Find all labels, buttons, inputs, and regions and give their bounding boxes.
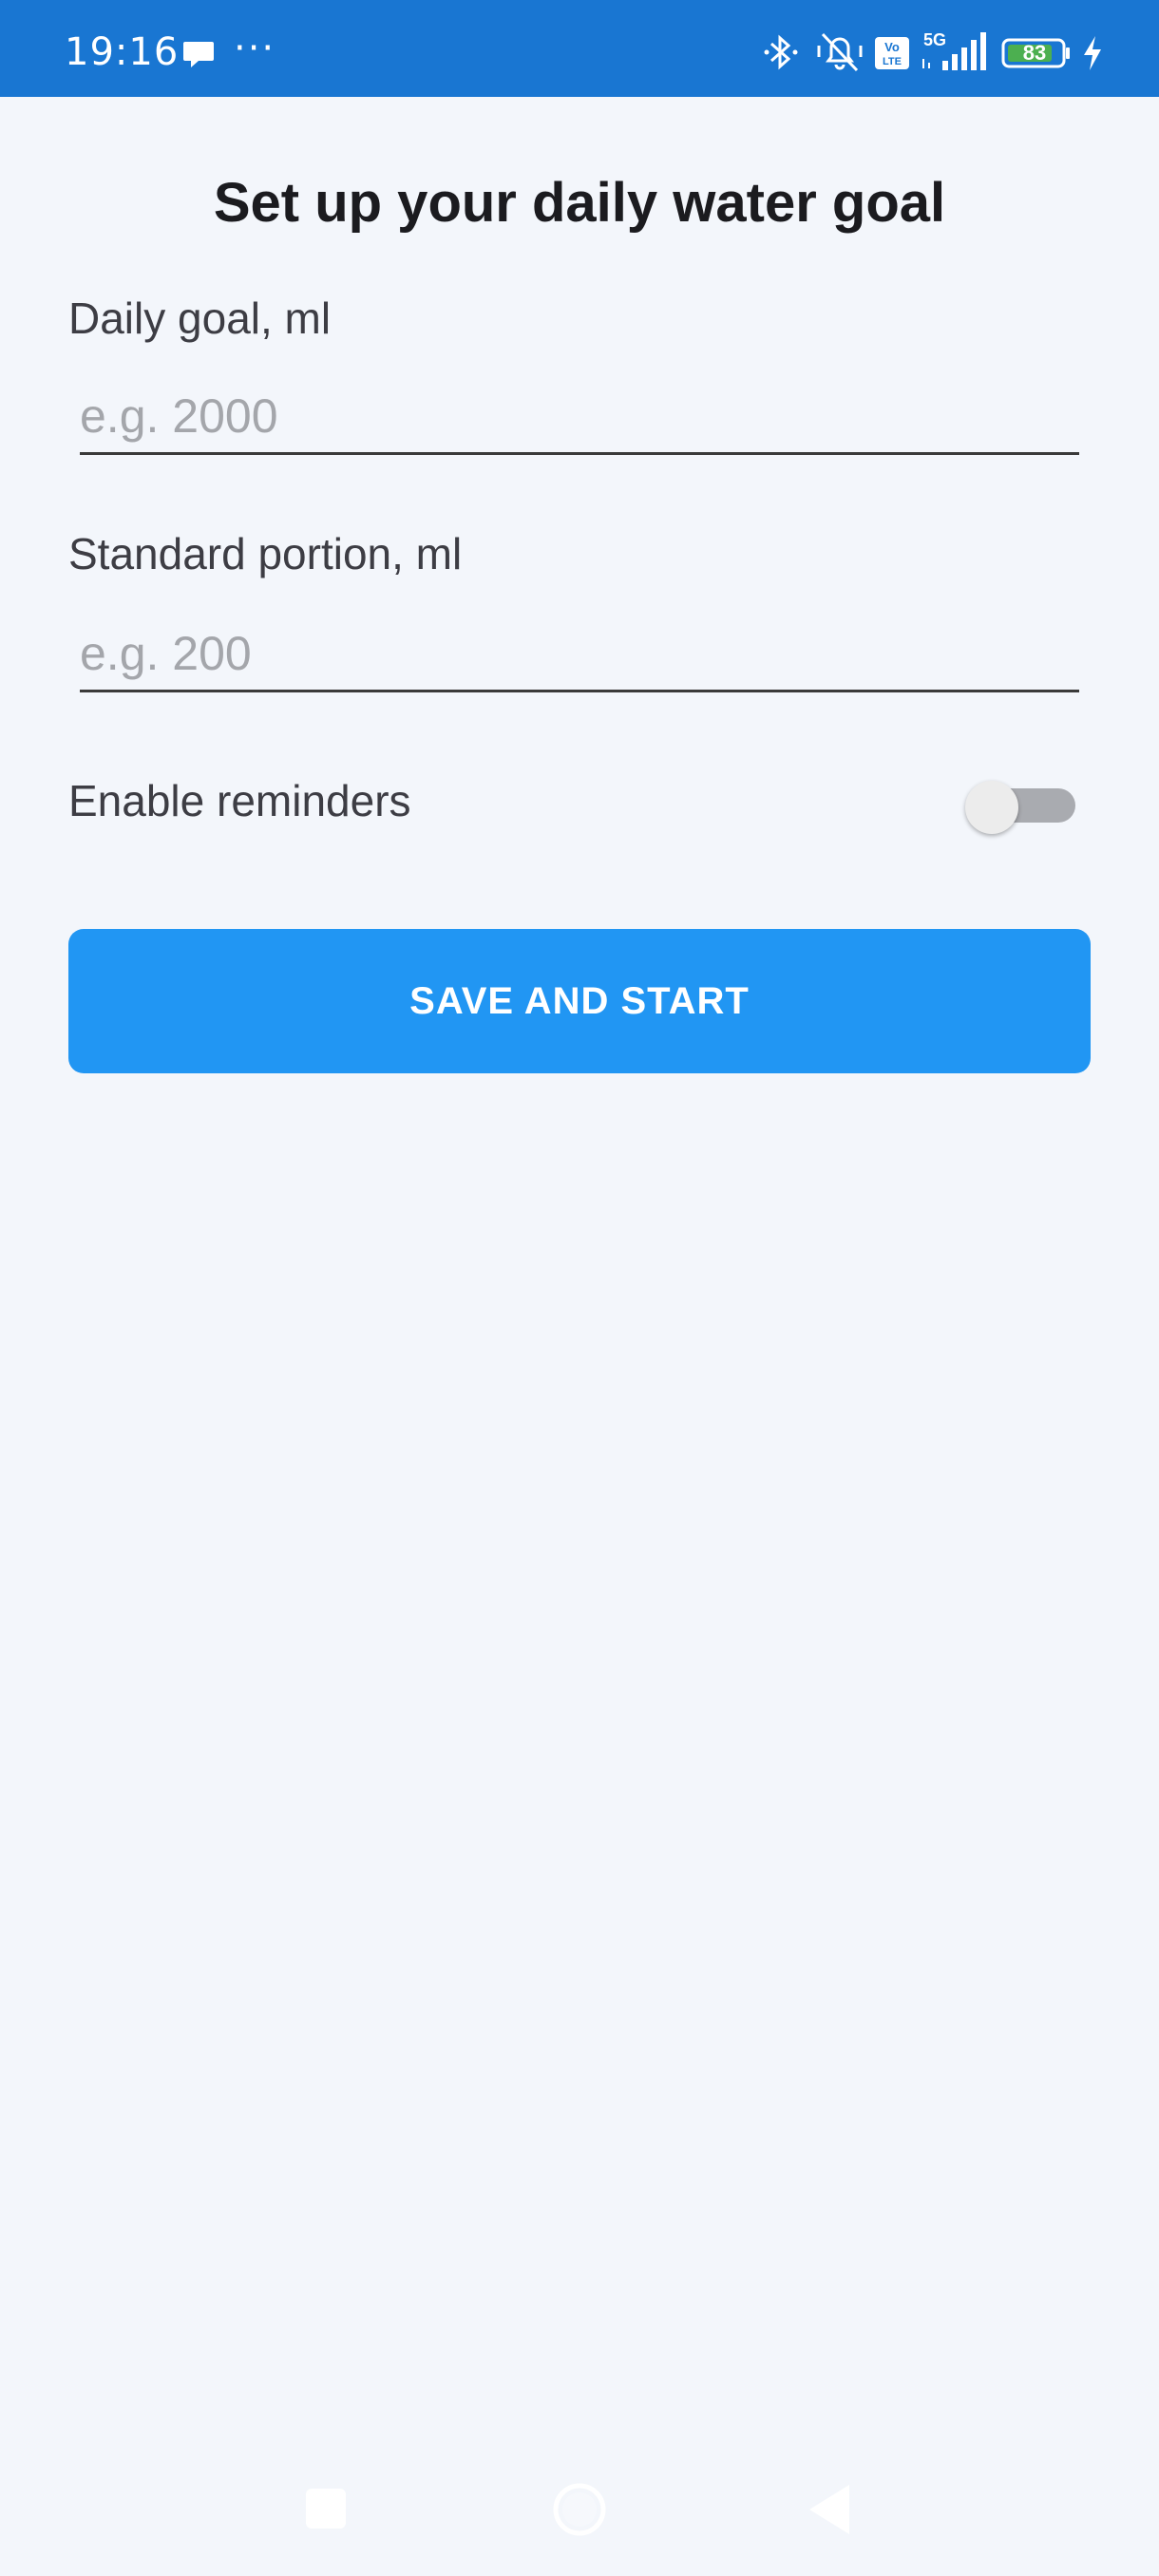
bell-off-icon xyxy=(817,32,863,72)
svg-text:LTE: LTE xyxy=(883,56,902,67)
status-time: 19:16 xyxy=(65,30,180,74)
recent-apps-icon[interactable] xyxy=(306,2489,346,2529)
home-icon[interactable] xyxy=(551,2481,608,2538)
more-notifications-icon: ··· xyxy=(234,27,276,70)
charging-icon xyxy=(1084,36,1101,70)
svg-text:Vo: Vo xyxy=(884,40,900,54)
save-and-start-button[interactable]: SAVE AND START xyxy=(68,929,1091,1073)
toggle-thumb xyxy=(965,781,1018,834)
daily-goal-label: Daily goal, ml xyxy=(68,294,332,343)
battery-level: 83 xyxy=(1022,41,1047,65)
bluetooth-icon xyxy=(764,34,798,70)
daily-goal-input[interactable] xyxy=(80,380,1079,455)
page-title: Set up your daily water goal xyxy=(213,172,946,234)
standard-portion-label: Standard portion, ml xyxy=(68,529,463,578)
enable-reminders-label: Enable reminders xyxy=(68,776,411,825)
chat-bubble-icon xyxy=(183,42,214,67)
back-icon[interactable] xyxy=(808,2483,851,2536)
status-bar: 19:16 ··· Vo LTE 5G 83 xyxy=(0,0,1159,97)
volte-icon: Vo LTE xyxy=(875,37,909,69)
signal-icon xyxy=(922,32,986,70)
enable-reminders-toggle[interactable] xyxy=(965,781,1075,834)
standard-portion-input[interactable] xyxy=(80,617,1079,692)
